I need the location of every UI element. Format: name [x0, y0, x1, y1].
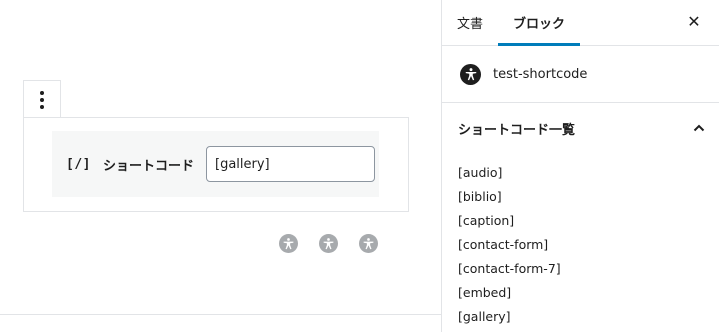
- shortcode-item-contact-form[interactable]: [contact-form]: [458, 233, 719, 257]
- shortcode-list: [audio] [biblio] [caption] [contact-form…: [442, 153, 719, 329]
- block-card-title: test-shortcode: [493, 66, 588, 82]
- block-card: test-shortcode: [442, 46, 719, 103]
- sidebar-tabs: 文書 ブロック ✕: [442, 0, 719, 46]
- more-vertical-icon: [40, 90, 44, 109]
- accessibility-icon[interactable]: [359, 234, 378, 253]
- tab-block[interactable]: ブロック: [498, 0, 581, 46]
- shortcode-list-panel-toggle[interactable]: ショートコード一覧: [442, 103, 719, 153]
- shortcode-item-audio[interactable]: [audio]: [458, 161, 719, 185]
- shortcode-input[interactable]: [206, 146, 375, 182]
- shortcode-label: ショートコード: [102, 158, 194, 174]
- shortcode-placeholder: [/] ショートコード: [52, 131, 379, 197]
- shortcode-icon: [/]: [66, 156, 91, 172]
- block-options-button[interactable]: [23, 80, 61, 118]
- editor-canvas: [/] ショートコード: [0, 0, 441, 332]
- tab-document[interactable]: 文書: [442, 0, 498, 45]
- shortcode-item-embed[interactable]: [embed]: [458, 281, 719, 305]
- chevron-up-icon: [693, 124, 705, 132]
- close-icon[interactable]: ✕: [685, 13, 703, 31]
- panel-title: ショートコード一覧: [458, 122, 576, 138]
- block-icon-row: [279, 234, 378, 253]
- accessibility-icon[interactable]: [319, 234, 338, 253]
- shortcode-item-contact-form-7[interactable]: [contact-form-7]: [458, 257, 719, 281]
- accessibility-icon: [460, 63, 481, 85]
- shortcode-item-biblio[interactable]: [biblio]: [458, 185, 719, 209]
- shortcode-item-caption[interactable]: [caption]: [458, 209, 719, 233]
- settings-sidebar: 文書 ブロック ✕ test-shortcode ショートコード一覧 [audi…: [441, 0, 719, 332]
- divider: [0, 314, 441, 315]
- accessibility-icon[interactable]: [279, 234, 298, 253]
- shortcode-item-gallery[interactable]: [gallery]: [458, 305, 719, 329]
